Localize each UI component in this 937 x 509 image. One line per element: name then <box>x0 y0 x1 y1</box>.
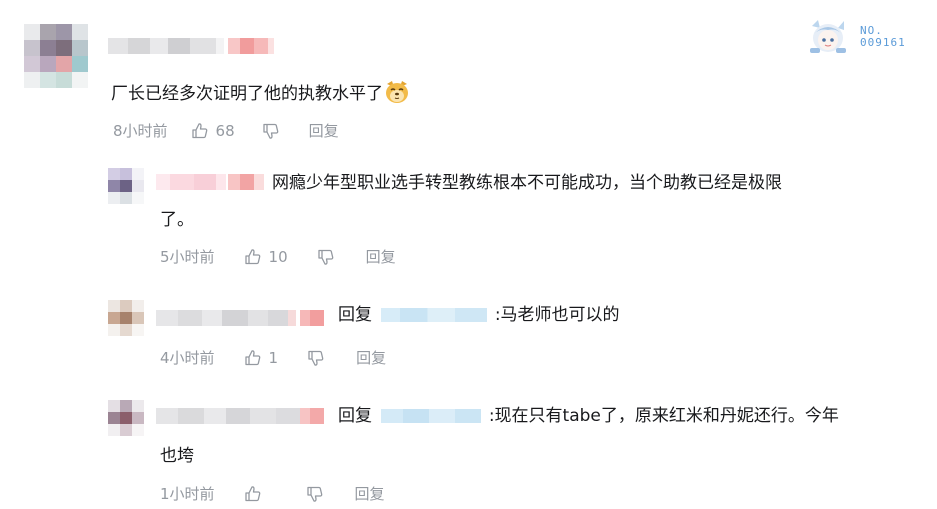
like-count: 1 <box>268 348 279 367</box>
reply-meta: 4小时前 1 回复 <box>160 347 386 368</box>
reply-time: 1小时前 <box>160 485 215 503</box>
reply-time: 5小时前 <box>160 248 215 266</box>
mention-username-blurred[interactable] <box>381 308 488 322</box>
reply-avatar[interactable] <box>108 168 144 204</box>
badge-number: 009161 <box>860 36 906 49</box>
reply-meta: 1小时前 回复 <box>160 483 385 504</box>
reply-avatar[interactable] <box>108 400 144 436</box>
reply-meta: 5小时前 10 回复 <box>160 246 396 267</box>
reply-button[interactable]: 回复 <box>309 120 339 141</box>
like-count: 10 <box>268 247 288 266</box>
reply-button[interactable]: 回复 <box>366 246 396 267</box>
thumbs-up-icon <box>191 122 207 138</box>
dislike-button[interactable] <box>305 484 325 504</box>
dislike-button[interactable] <box>261 121 281 141</box>
thumbs-up-icon <box>244 349 260 365</box>
thumbs-down-icon <box>262 123 278 139</box>
reply-text-line1: :现在只有tabe了，原来红米和丹妮还行。今年 <box>488 406 839 426</box>
reply-level-badge-blurred <box>228 174 264 190</box>
reply-prefix: 回复 <box>338 406 372 426</box>
reply-content: 回复 :现在只有tabe了，原来红米和丹妮还行。今年 <box>338 401 839 431</box>
reply-prefix: 回复 <box>338 305 372 325</box>
reply-text-line2: 了。 <box>160 210 194 230</box>
reply-button[interactable]: 回复 <box>355 483 385 504</box>
anime-character-icon <box>810 20 846 53</box>
reply-avatar[interactable] <box>108 300 144 336</box>
reply-username-blurred[interactable] <box>156 310 296 326</box>
doge-emoji-icon <box>386 81 408 103</box>
dislike-button[interactable] <box>306 348 326 368</box>
user-level-badge-blurred <box>228 38 274 54</box>
fan-badge: NO. 009161 <box>806 18 906 56</box>
reply-content: 回复 :马老师也可以的 <box>338 300 620 330</box>
reply-text-line2: 也垮 <box>160 446 194 466</box>
thumbs-down-icon <box>308 350 324 366</box>
reply-level-badge-blurred <box>300 310 324 326</box>
reply-username-blurred[interactable] <box>156 174 226 190</box>
reply-level-badge-blurred <box>300 408 324 424</box>
username-blurred[interactable] <box>108 38 224 54</box>
comment-meta: 8小时前 68 回复 <box>113 120 339 141</box>
reply-username-blurred[interactable] <box>156 408 300 424</box>
comment-text: 厂长已经多次证明了他的执教水平了 <box>111 79 410 109</box>
mention-username-blurred[interactable] <box>381 409 482 423</box>
reply-button[interactable]: 回复 <box>356 347 386 368</box>
thumbs-up-icon <box>244 485 260 501</box>
comment-time: 8小时前 <box>113 122 168 140</box>
thumbs-down-icon <box>306 486 322 502</box>
thumbs-up-icon <box>244 248 260 264</box>
like-button[interactable]: 68 <box>190 121 235 141</box>
like-count: 68 <box>215 121 235 140</box>
like-button[interactable]: 10 <box>243 247 288 267</box>
dislike-button[interactable] <box>316 247 336 267</box>
reply-text: :马老师也可以的 <box>494 305 620 325</box>
like-button[interactable]: 1 <box>243 348 279 368</box>
like-button[interactable] <box>243 484 269 504</box>
reply-text-line1: 网瘾少年型职业选手转型教练根本不可能成功，当个助教已经是极限 <box>272 173 782 193</box>
reply-time: 4小时前 <box>160 349 215 367</box>
thumbs-down-icon <box>317 249 333 265</box>
avatar[interactable] <box>24 24 88 88</box>
